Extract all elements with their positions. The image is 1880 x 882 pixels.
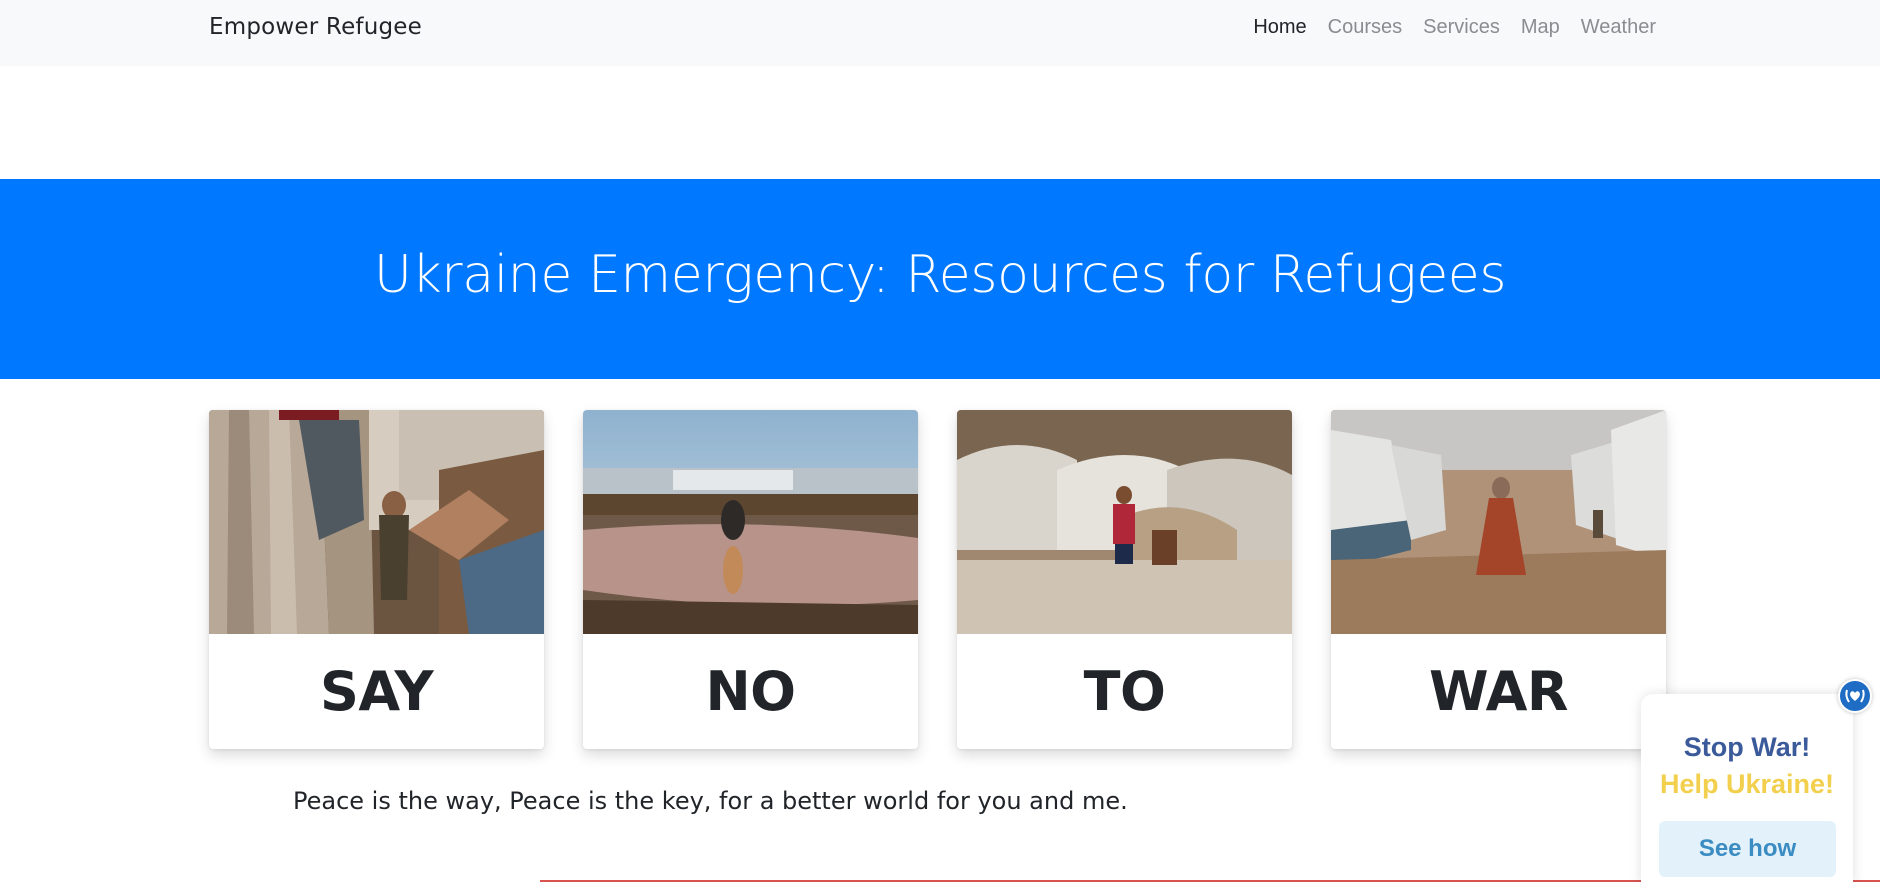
woman-walking-camp-photo [1331,410,1666,634]
hero-title: Ukraine Emergency: Resources for Refugee… [373,245,1507,305]
girl-camp-tents-photo [957,410,1292,634]
card-no: NO [583,410,918,749]
card-say: SAY [209,410,544,749]
brand-logo-link[interactable]: Empower Refugee [209,14,422,40]
nav-link-services[interactable]: Services [1423,16,1500,39]
nav-link-courses[interactable]: Courses [1328,16,1402,39]
card-word-war: WAR [1428,660,1569,723]
card-word-no: NO [705,660,796,723]
card-war: WAR [1331,410,1666,749]
card-to: TO [957,410,1292,749]
card-word-to: TO [1083,660,1166,723]
peace-quote: Peace is the way, Peace is the key, for … [293,787,1128,815]
widget-title-stop-war: Stop War! [1683,732,1811,762]
nav-link-home[interactable]: Home [1253,16,1306,39]
nav-link-weather[interactable]: Weather [1581,16,1656,39]
card-word-say: SAY [319,660,434,723]
person-puddle-camp-photo [583,410,918,634]
heart-hands-icon[interactable] [1838,679,1872,713]
widget-title-help-ukraine: Help Ukraine! [1659,769,1835,799]
refugee-child-tent-photo [209,410,544,634]
stop-war-widget: Stop War! Help Ukraine! See how [1641,694,1853,882]
nav-links: Home Courses Services Map Weather [1253,16,1656,39]
see-how-button[interactable]: See how [1659,821,1836,877]
navbar: Empower Refugee Home Courses Services Ma… [0,0,1880,66]
nav-link-map[interactable]: Map [1521,16,1560,39]
